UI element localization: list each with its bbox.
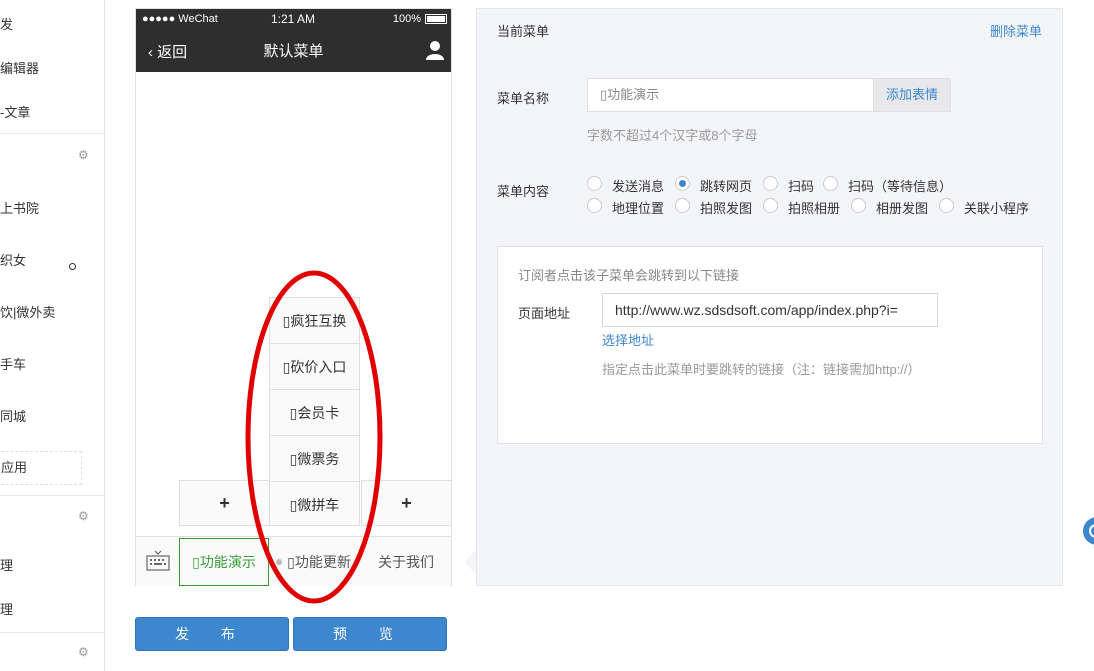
radio-label: 地理位置 <box>612 201 665 216</box>
sidebar-divider <box>0 133 104 134</box>
signal-text: ●●●●● WeChat <box>142 13 218 25</box>
submenu-item[interactable]: ▯微票务 <box>270 436 359 482</box>
radio-scan-wait[interactable] <box>823 176 838 191</box>
url-hint: 指定点击此菜单时要跳转的链接（注：链接需加http://） <box>602 362 921 377</box>
keyboard-icon[interactable] <box>146 549 170 571</box>
menu-name-input[interactable]: ▯功能演示 <box>587 78 874 112</box>
radio-location[interactable] <box>587 198 602 213</box>
radio-label: 扫码（等待信息） <box>848 179 953 194</box>
gear-icon[interactable]: ⚙ <box>78 510 90 522</box>
sidebar-divider <box>0 632 104 633</box>
phone-menu-bar: ▯功能演示 ▯功能更新 关于我们 <box>136 536 451 587</box>
sidebar-item-0[interactable]: 发 <box>0 14 13 33</box>
radio-send-message[interactable] <box>587 176 602 191</box>
radio-label: 跳转网页 <box>700 179 753 194</box>
sidebar-item-3[interactable]: 上书院 <box>0 198 39 217</box>
radio-label: 拍照相册 <box>788 201 841 216</box>
submenu-list: ▯疯狂互换 ▯砍价入口 ▯会员卡 ▯微票务 ▯微拼车 <box>269 297 360 526</box>
radio-label: 关联小程序 <box>964 201 1030 216</box>
radio-label: 相册发图 <box>876 201 929 216</box>
battery-icon <box>425 14 447 24</box>
submenu-item[interactable]: ▯疯狂互换 <box>270 298 359 344</box>
publish-button[interactable]: 发 布 <box>135 617 289 651</box>
sidebar-item-8[interactable]: 应用 <box>0 451 82 485</box>
radio-label: 拍照发图 <box>700 201 753 216</box>
floating-help-icon[interactable] <box>1083 517 1094 545</box>
menu-name-hint: 字数不超过4个汉字或8个字母 <box>587 128 758 143</box>
app-root: 发 编辑器 -文章 ⚙ 上书院 织女 饮|微外卖 手车 同城 应用 ⚙ 理 理 … <box>0 0 1094 671</box>
add-submenu-button[interactable]: + <box>361 480 452 526</box>
radio-label: 发送消息 <box>612 179 665 194</box>
phone-nav-bar: ‹ 返回 默认菜单 <box>136 29 451 72</box>
sidebar-item-9[interactable]: 理 <box>0 555 13 574</box>
radio-scan[interactable] <box>763 176 778 191</box>
delete-menu-link[interactable]: 删除菜单 <box>990 21 1042 40</box>
cursor-dot-icon <box>69 263 76 270</box>
submenu-item[interactable]: ▯会员卡 <box>270 390 359 436</box>
radio-album-send[interactable] <box>851 198 866 213</box>
gear-icon[interactable]: ⚙ <box>78 646 90 658</box>
add-emoji-button[interactable]: 添加表情 <box>873 78 951 112</box>
menu-edit-panel: 当前菜单 删除菜单 菜单名称 ▯功能演示 添加表情 字数不超过4个汉字或8个字母… <box>476 8 1063 586</box>
gear-icon[interactable]: ⚙ <box>78 149 90 161</box>
radio-label: 扫码 <box>788 179 815 194</box>
menu-content-label: 菜单内容 <box>497 184 550 199</box>
url-input[interactable]: http://www.wz.sdsdsoft.com/app/index.php… <box>602 293 938 327</box>
user-icon[interactable] <box>425 40 445 60</box>
sidebar-item-4[interactable]: 织女 <box>0 250 26 269</box>
sidebar-item-2[interactable]: -文章 <box>0 102 30 121</box>
preview-button[interactable]: 预 览 <box>293 617 447 651</box>
add-submenu-button[interactable]: + <box>179 480 270 526</box>
phone-status-bar: ●●●●● WeChat 1:21 AM 100% <box>136 9 451 29</box>
submenu-item[interactable]: ▯砍价入口 <box>270 344 359 390</box>
phone-title: 默认菜单 <box>263 43 324 60</box>
sidebar-item-10[interactable]: 理 <box>0 599 13 618</box>
sidebar-item-6[interactable]: 手车 <box>0 354 26 373</box>
radio-mini-program[interactable] <box>939 198 954 213</box>
sidebar-item-7[interactable]: 同城 <box>0 406 26 425</box>
sidebar: 发 编辑器 -文章 ⚙ 上书院 织女 饮|微外卖 手车 同城 应用 ⚙ 理 理 … <box>0 0 105 671</box>
menu-item-active[interactable]: ▯功能演示 <box>179 538 269 586</box>
url-label: 页面地址 <box>518 306 571 321</box>
radio-photo-send[interactable] <box>675 198 690 213</box>
choose-address-link[interactable]: 选择地址 <box>602 330 654 349</box>
link-heading: 订阅者点击该子菜单会跳转到以下链接 <box>518 268 740 283</box>
status-time: 1:21 AM <box>271 12 316 26</box>
menu-item[interactable]: 关于我们 <box>365 537 447 587</box>
link-settings-box: 订阅者点击该子菜单会跳转到以下链接 页面地址 http://www.wz.sds… <box>497 246 1043 444</box>
submenu-item[interactable]: ▯微拼车 <box>270 482 359 528</box>
radio-photo-album[interactable] <box>763 198 778 213</box>
sidebar-item-1[interactable]: 编辑器 <box>0 58 39 77</box>
radio-jump-webpage[interactable] <box>675 176 690 191</box>
sidebar-divider <box>0 495 104 496</box>
battery-text: 100% <box>392 13 421 25</box>
panel-pointer <box>464 550 476 574</box>
phone-preview: ●●●●● WeChat 1:21 AM 100% ‹ 返回 默认菜单 + + … <box>135 8 452 587</box>
menu-name-label: 菜单名称 <box>497 91 550 106</box>
panel-title: 当前菜单 <box>497 24 550 39</box>
menu-item[interactable]: ▯功能更新 <box>278 537 360 587</box>
sidebar-item-5[interactable]: 饮|微外卖 <box>0 302 55 321</box>
